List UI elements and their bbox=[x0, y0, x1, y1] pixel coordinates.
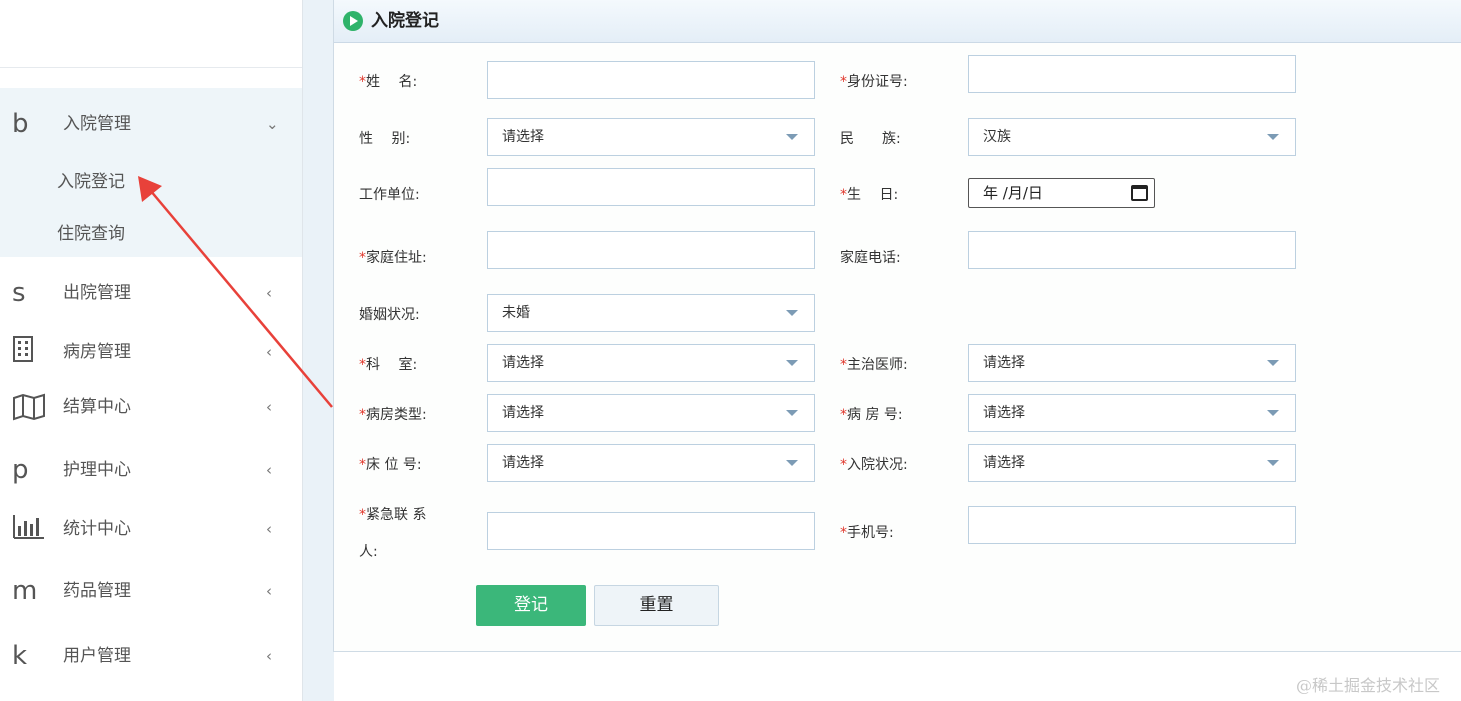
sidebar-item-ward[interactable]: 病房管理 ‹ bbox=[0, 327, 302, 377]
marital-select[interactable]: 未婚 bbox=[487, 294, 815, 332]
sub-item-admission-register[interactable]: 入院登记 bbox=[57, 167, 125, 192]
birthday-label: *生 日: bbox=[840, 187, 899, 203]
calendar-icon[interactable] bbox=[1131, 185, 1148, 201]
sidebar-item-statistics[interactable]: 统计中心 ‹ bbox=[0, 504, 302, 554]
sidebar-item-admission[interactable]: b 入院管理 ⌄ bbox=[0, 99, 302, 149]
home-phone-input[interactable] bbox=[968, 231, 1296, 269]
address-input[interactable] bbox=[487, 231, 815, 269]
name-input[interactable] bbox=[487, 61, 815, 99]
nursing-icon: p bbox=[12, 455, 29, 485]
reset-button[interactable]: 重置 bbox=[594, 585, 719, 626]
bed-number-label: *床 位 号: bbox=[359, 457, 422, 473]
chevron-left-icon: ‹ bbox=[266, 647, 272, 665]
id-number-input[interactable] bbox=[968, 55, 1296, 93]
sidebar-item-users[interactable]: k 用户管理 ‹ bbox=[0, 631, 302, 681]
name-label: *姓 名: bbox=[359, 74, 418, 90]
dropdown-caret-icon bbox=[786, 360, 798, 366]
dropdown-caret-icon bbox=[786, 310, 798, 316]
work-unit-label: 工作单位: bbox=[359, 187, 420, 203]
department-select[interactable]: 请选择 bbox=[487, 344, 815, 382]
sub-item-inpatient-query[interactable]: 住院查询 bbox=[57, 219, 125, 244]
bed-number-select[interactable]: 请选择 bbox=[487, 444, 815, 482]
sidebar-item-label: 出院管理 bbox=[63, 283, 131, 303]
dropdown-caret-icon bbox=[786, 134, 798, 140]
panel-header: 入院登记 bbox=[334, 0, 1461, 43]
sidebar-item-discharge[interactable]: s 出院管理 ‹ bbox=[0, 268, 302, 318]
chevron-left-icon: ‹ bbox=[266, 398, 272, 416]
chevron-left-icon: ‹ bbox=[266, 520, 272, 538]
department-label: *科 室: bbox=[359, 357, 418, 373]
room-number-select[interactable]: 请选择 bbox=[968, 394, 1296, 432]
chevron-down-icon: ⌄ bbox=[266, 115, 279, 133]
id-number-label: *身份证号: bbox=[840, 74, 908, 90]
content-gutter bbox=[303, 0, 334, 701]
sidebar-item-nursing[interactable]: p 护理中心 ‹ bbox=[0, 445, 302, 495]
sidebar-header bbox=[0, 0, 302, 68]
chevron-left-icon: ‹ bbox=[266, 284, 272, 302]
mobile-input[interactable] bbox=[968, 506, 1296, 544]
emergency-contact-label-cont: 人: bbox=[359, 544, 378, 560]
watermark: @稀土掘金技术社区 bbox=[1296, 676, 1441, 695]
chevron-left-icon: ‹ bbox=[266, 461, 272, 479]
ethnic-label: 民 族: bbox=[840, 131, 901, 147]
sidebar-item-medicine[interactable]: m 药品管理 ‹ bbox=[0, 566, 302, 616]
mobile-label: *手机号: bbox=[840, 525, 894, 541]
sidebar-item-label: 结算中心 bbox=[63, 397, 131, 417]
admission-status-label: *入院状况: bbox=[840, 457, 908, 473]
chevron-left-icon: ‹ bbox=[266, 343, 272, 361]
register-button[interactable]: 登记 bbox=[476, 585, 586, 626]
emergency-contact-label: *紧急联 系 bbox=[359, 507, 427, 523]
address-label: *家庭住址: bbox=[359, 250, 427, 266]
marital-label: 婚姻状况: bbox=[359, 307, 420, 323]
doctor-label: *主治医师: bbox=[840, 357, 908, 373]
emergency-contact-input[interactable] bbox=[487, 512, 815, 550]
room-type-select[interactable]: 请选择 bbox=[487, 394, 815, 432]
ethnic-select[interactable]: 汉族 bbox=[968, 118, 1296, 156]
dropdown-caret-icon bbox=[786, 460, 798, 466]
gender-label: 性 别: bbox=[359, 131, 411, 147]
sidebar: 入院登记 住院查询 b 入院管理 ⌄ s 出院管理 ‹ 病房管理 ‹ 结算中心 … bbox=[0, 0, 303, 701]
dropdown-caret-icon bbox=[1267, 360, 1279, 366]
admission-icon: b bbox=[12, 109, 29, 139]
map-icon bbox=[12, 390, 46, 424]
page-title: 入院登记 bbox=[371, 11, 439, 31]
gender-select[interactable]: 请选择 bbox=[487, 118, 815, 156]
dropdown-caret-icon bbox=[1267, 134, 1279, 140]
dropdown-caret-icon bbox=[1267, 460, 1279, 466]
sidebar-item-label: 用户管理 bbox=[63, 646, 131, 666]
dropdown-caret-icon bbox=[1267, 410, 1279, 416]
work-unit-input[interactable] bbox=[487, 168, 815, 206]
users-icon: k bbox=[12, 641, 28, 671]
room-type-label: *病房类型: bbox=[359, 407, 427, 423]
medicine-icon: m bbox=[12, 576, 38, 606]
room-number-label: *病 房 号: bbox=[840, 407, 903, 423]
sidebar-item-label: 统计中心 bbox=[63, 519, 131, 539]
chevron-left-icon: ‹ bbox=[266, 582, 272, 600]
doctor-select[interactable]: 请选择 bbox=[968, 344, 1296, 382]
play-circle-icon bbox=[343, 11, 363, 31]
building-icon bbox=[12, 335, 46, 369]
dropdown-caret-icon bbox=[786, 410, 798, 416]
sidebar-item-label: 护理中心 bbox=[63, 460, 131, 480]
discharge-icon: s bbox=[12, 278, 26, 308]
sidebar-item-settlement[interactable]: 结算中心 ‹ bbox=[0, 382, 302, 432]
sidebar-item-label: 药品管理 bbox=[63, 581, 131, 601]
sidebar-item-label: 病房管理 bbox=[63, 342, 131, 362]
birthday-date-input[interactable]: 年 /月/日 bbox=[968, 178, 1155, 208]
bar-chart-icon bbox=[12, 512, 46, 546]
admission-status-select[interactable]: 请选择 bbox=[968, 444, 1296, 482]
home-phone-label: 家庭电话: bbox=[840, 250, 901, 266]
sidebar-item-label: 入院管理 bbox=[63, 114, 131, 134]
